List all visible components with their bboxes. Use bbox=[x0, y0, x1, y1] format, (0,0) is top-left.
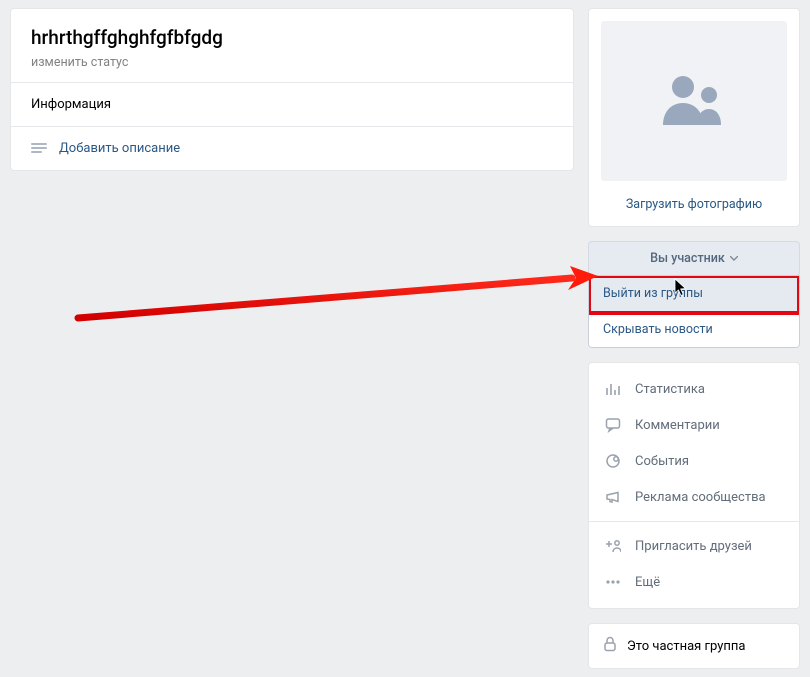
menu-comments[interactable]: Комментарии bbox=[589, 407, 799, 443]
hide-news-item[interactable]: Скрывать новости bbox=[589, 312, 799, 347]
membership-label: Вы участник bbox=[650, 251, 725, 266]
menu-label: Ещё bbox=[635, 575, 660, 590]
info-section-label: Информация bbox=[11, 83, 573, 127]
divider bbox=[589, 521, 799, 522]
add-description-link[interactable]: Добавить описание bbox=[59, 141, 180, 156]
menu-events[interactable]: События bbox=[589, 443, 799, 479]
lock-icon bbox=[603, 636, 617, 656]
change-status-link[interactable]: изменить статус bbox=[31, 55, 553, 70]
more-icon bbox=[603, 572, 623, 592]
description-icon bbox=[31, 143, 47, 153]
menu-label: Пригласить друзей bbox=[635, 539, 752, 554]
menu-stats[interactable]: Статистика bbox=[589, 371, 799, 407]
menu-label: Статистика bbox=[635, 382, 705, 397]
membership-dropdown-menu: Выйти из группы Скрывать новости bbox=[588, 275, 800, 348]
menu-label: Комментарии bbox=[635, 418, 720, 433]
events-icon bbox=[603, 451, 623, 471]
menu-ads[interactable]: Реклама сообщества bbox=[589, 479, 799, 515]
stats-icon bbox=[603, 379, 623, 399]
add-description-row[interactable]: Добавить описание bbox=[11, 127, 573, 170]
group-avatar-icon bbox=[655, 73, 733, 129]
photo-placeholder[interactable] bbox=[601, 21, 787, 181]
group-title: hrhrthgffghghfgfbfgdg bbox=[31, 27, 553, 50]
megaphone-icon bbox=[603, 487, 623, 507]
menu-more[interactable]: Ещё bbox=[589, 564, 799, 600]
add-user-icon bbox=[603, 536, 623, 556]
chevron-down-icon bbox=[730, 256, 738, 261]
upload-photo-link[interactable]: Загрузить фотографию bbox=[626, 197, 762, 212]
membership-dropdown-button[interactable]: Вы участник bbox=[588, 241, 800, 276]
menu-invite[interactable]: Пригласить друзей bbox=[589, 528, 799, 564]
menu-label: События bbox=[635, 454, 689, 469]
menu-label: Реклама сообщества bbox=[635, 490, 766, 505]
comments-icon bbox=[603, 415, 623, 435]
leave-group-item[interactable]: Выйти из группы bbox=[589, 276, 799, 311]
private-group-notice: Это частная группа bbox=[588, 623, 800, 669]
private-group-text: Это частная группа bbox=[627, 639, 745, 654]
